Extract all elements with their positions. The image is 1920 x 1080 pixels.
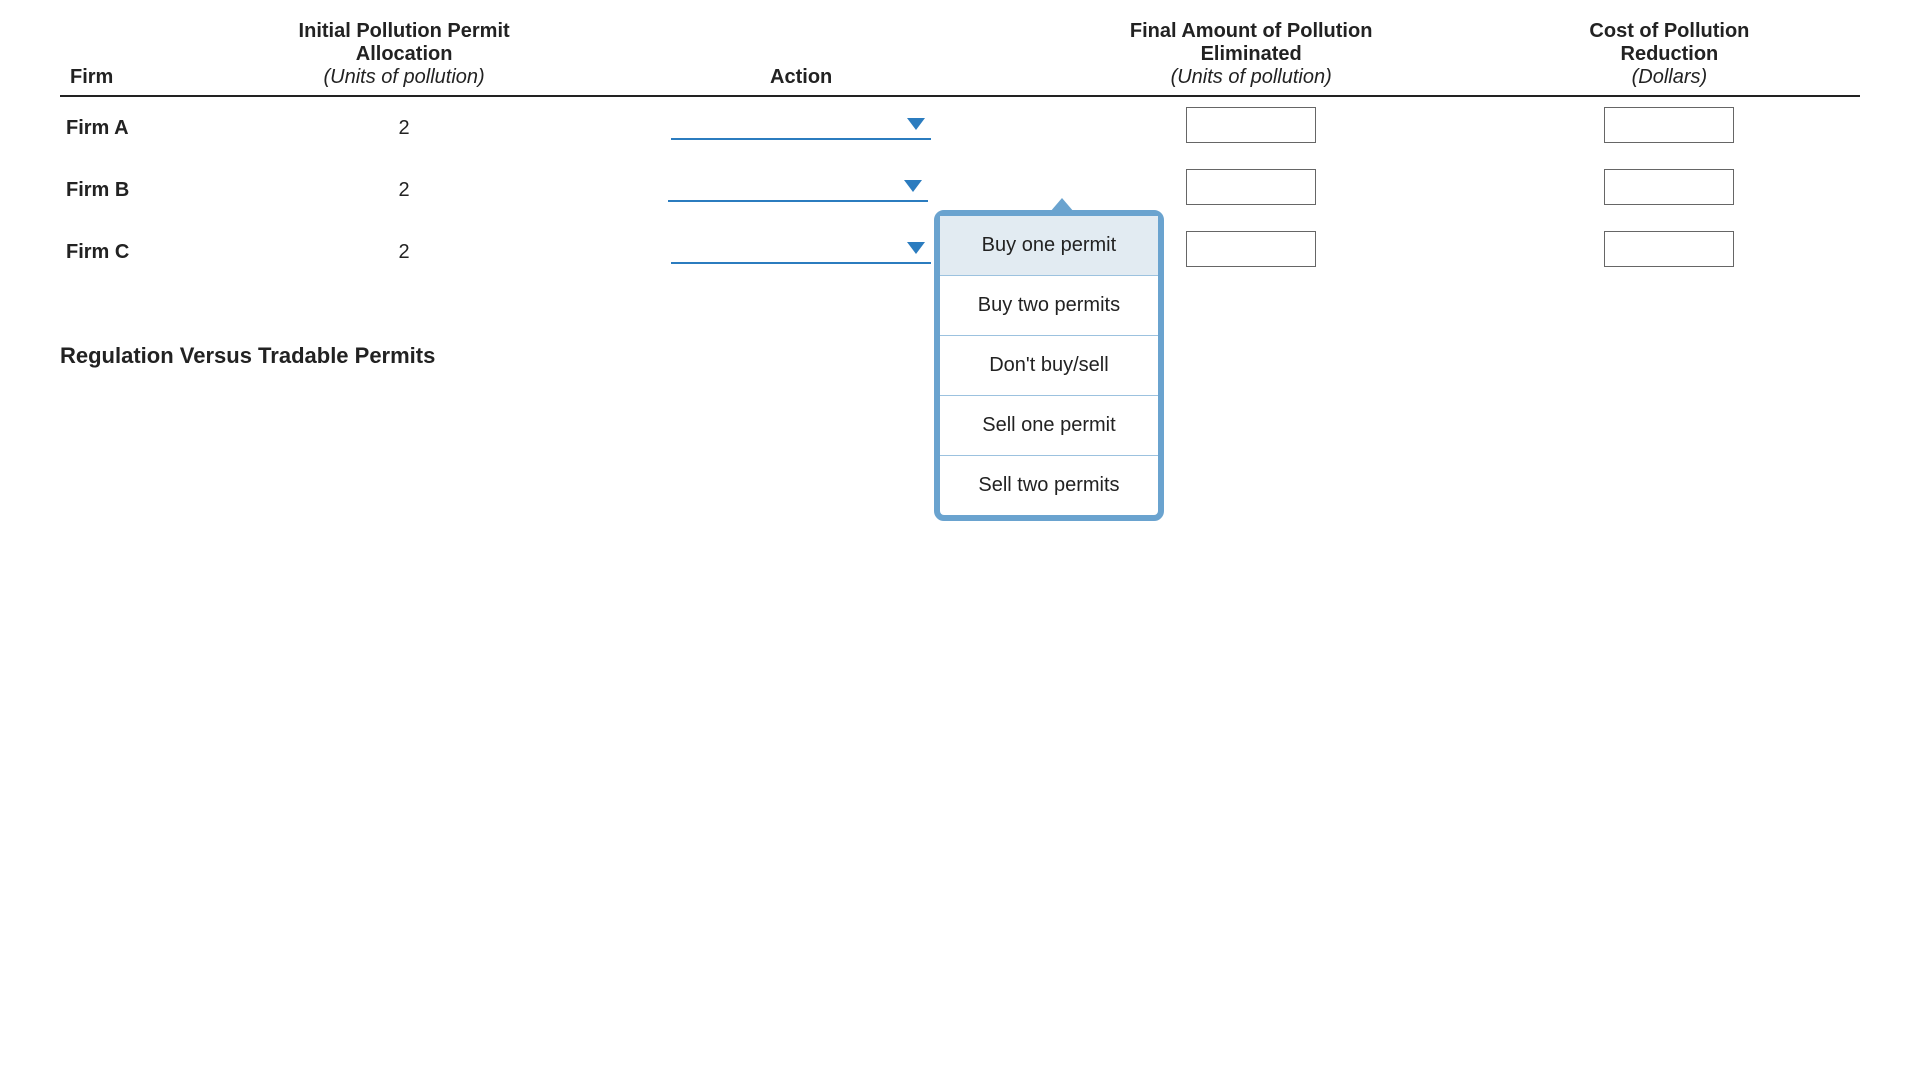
firm-label: Firm A (60, 96, 229, 159)
header-alloc-2: Allocation (229, 43, 578, 66)
dropdown-option[interactable]: Sell one permit (940, 395, 1158, 455)
action-dropdown-firm-c[interactable] (671, 234, 931, 264)
header-alloc-1: Initial Pollution Permit (229, 20, 578, 43)
alloc-value: 2 (229, 159, 578, 221)
header-final-1: Final Amount of Pollution (1024, 20, 1479, 43)
dropdown-option[interactable]: Don't buy/sell (940, 335, 1158, 395)
chevron-down-icon (907, 242, 925, 254)
final-input-firm-c[interactable] (1186, 231, 1316, 267)
dropdown-option[interactable]: Sell two permits (940, 455, 1158, 515)
final-input-firm-b[interactable] (1186, 169, 1316, 205)
dropdown-option[interactable]: Buy two permits (940, 275, 1158, 335)
header-action: Action (579, 66, 1024, 96)
table-row: Firm A 2 (60, 96, 1860, 159)
action-dropdown-firm-b[interactable] (668, 172, 928, 202)
header-cost-1: Cost of Pollution (1479, 20, 1860, 43)
action-dropdown-firm-a[interactable] (671, 110, 931, 140)
header-alloc-sub: (Units of pollution) (229, 66, 578, 96)
cost-input-firm-c[interactable] (1604, 231, 1734, 267)
header-final-sub: (Units of pollution) (1024, 66, 1479, 96)
header-row-1: Initial Pollution Permit Final Amount of… (60, 20, 1860, 43)
firm-label: Firm B (60, 159, 229, 221)
action-dropdown-menu: Buy one permit Buy two permits Don't buy… (934, 210, 1164, 521)
firm-label: Firm C (60, 221, 229, 283)
chevron-down-icon (904, 180, 922, 192)
header-row-3: Firm (Units of pollution) Action (Units … (60, 66, 1860, 96)
header-cost-sub: (Dollars) (1479, 66, 1860, 96)
header-firm: Firm (60, 66, 229, 96)
cost-input-firm-b[interactable] (1604, 169, 1734, 205)
table-row: Firm B 2 Buy one permit Buy two permits … (60, 159, 1860, 221)
alloc-value: 2 (229, 221, 578, 283)
header-cost-2: Reduction (1479, 43, 1860, 66)
chevron-down-icon (907, 118, 925, 130)
cost-input-firm-a[interactable] (1604, 107, 1734, 143)
final-input-firm-a[interactable] (1186, 107, 1316, 143)
dropdown-option[interactable]: Buy one permit (940, 216, 1158, 275)
permits-table: Initial Pollution Permit Final Amount of… (60, 20, 1860, 283)
alloc-value: 2 (229, 96, 578, 159)
header-row-2: Allocation Eliminated Reduction (60, 43, 1860, 66)
header-final-2: Eliminated (1024, 43, 1479, 66)
